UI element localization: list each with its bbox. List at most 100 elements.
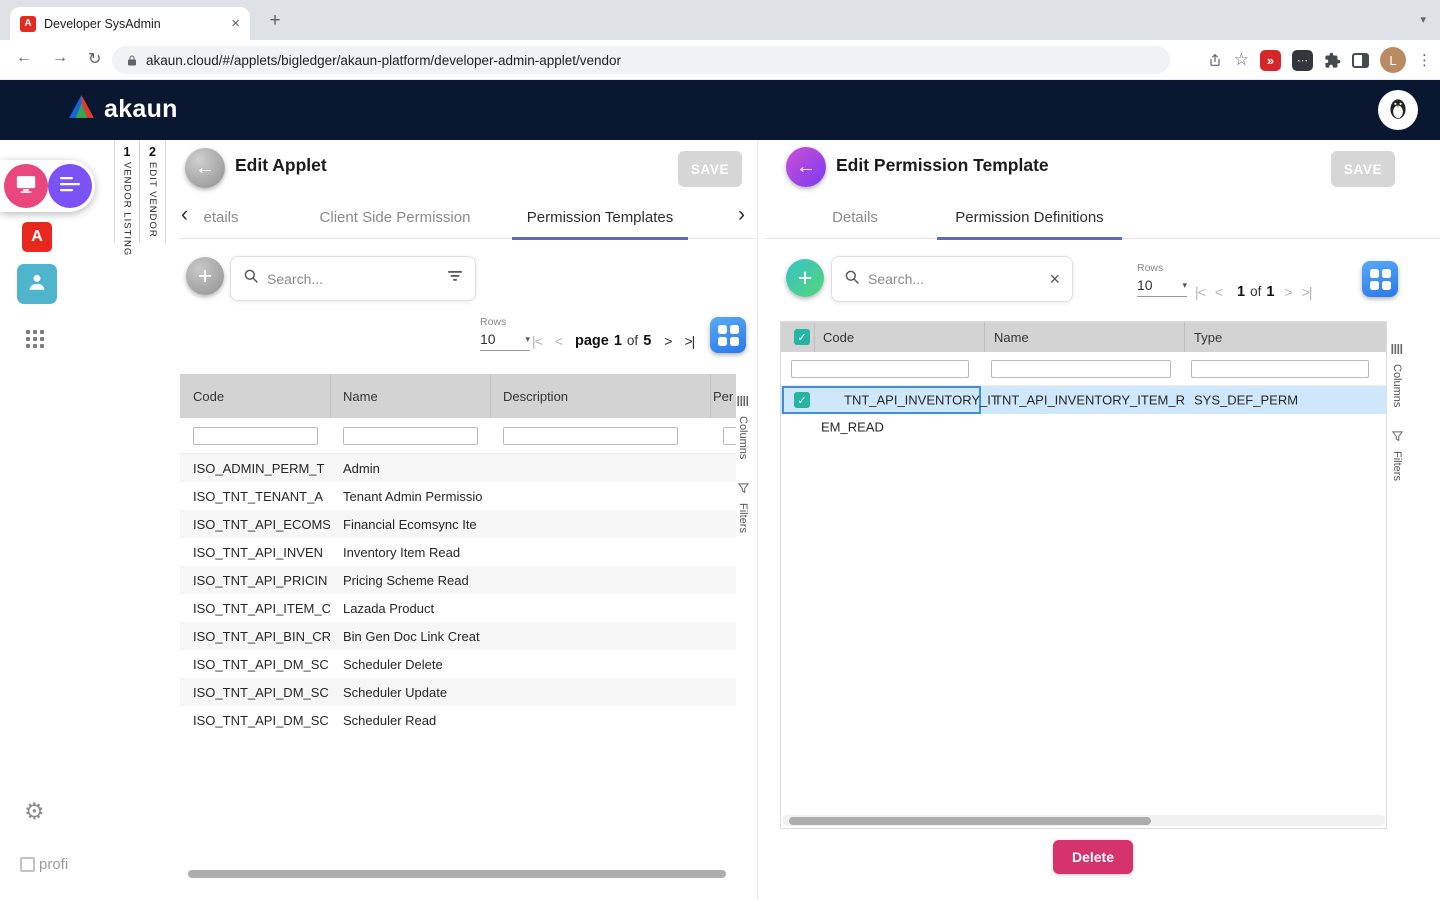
table-row[interactable]: ISO_TNT_API_DM_SCScheduler Update [180,678,736,706]
type-filter-input[interactable] [1191,360,1369,378]
tab-permission-templates[interactable]: Permission Templates [512,196,688,239]
code-filter-input[interactable] [193,427,318,445]
new-tab-button[interactable]: + [262,8,288,34]
extension-red-icon[interactable]: » [1260,50,1281,71]
logo-text: akaun [104,95,178,124]
pagination-prev-icon[interactable]: < [1215,284,1222,300]
url-bar[interactable]: akaun.cloud/#/applets/bigledger/akaun-pl… [112,46,1170,74]
profile-checkbox-row[interactable]: profi [20,856,76,873]
window-chevron-icon[interactable]: ▾ [1420,13,1426,26]
vendor-listing-vertical-tab[interactable]: 1 VENDOR LISTING [114,140,140,243]
tab-details[interactable]: etails [196,196,246,239]
add-permission-definition-button[interactable]: + [786,259,824,297]
sidepanel-icon[interactable] [1352,53,1369,68]
table-row[interactable]: ISO_ADMIN_PERM_TAdmin [180,454,736,482]
monitor-fab-button[interactable] [4,164,48,208]
tab-scroll-left-icon[interactable]: ‹ [181,203,188,227]
pagination-first-icon[interactable]: |< [532,333,542,349]
columns-toggle[interactable]: Columns [737,394,749,459]
table-row[interactable]: ISO_TNT_API_PRICINPricing Scheme Read [180,566,736,594]
extension-dark-icon[interactable]: ⋯ [1292,50,1313,71]
wrapped-code-text: EM_READ [821,420,884,435]
table-row[interactable]: ISO_TNT_API_INVENInventory Item Read [180,538,736,566]
save-button[interactable]: SAVE [1331,151,1395,187]
code-filter-input[interactable] [791,360,969,378]
tab-scroll-right-icon[interactable]: › [738,203,745,227]
column-header-code[interactable]: Code [193,374,224,418]
search-input[interactable] [267,271,439,287]
apps-grid-icon[interactable] [26,330,44,348]
rows-per-page[interactable]: Rows 10 ▾ [480,316,530,351]
table-row[interactable]: ISO_TNT_TENANT_ATenant Admin Permissio [180,482,736,510]
browser-tab[interactable]: A Developer SysAdmin × [10,7,250,40]
add-permission-template-button[interactable]: + [186,257,224,295]
browser-forward-icon[interactable]: → [52,49,68,67]
select-all-checkbox[interactable]: ✓ [794,329,810,345]
pagination-next-icon[interactable]: > [664,333,671,349]
browser-menu-icon[interactable]: ⋮ [1417,51,1432,69]
name-filter-input[interactable] [991,360,1171,378]
browser-back-icon[interactable]: ← [16,49,32,67]
pagination-next-icon[interactable]: > [1284,284,1291,300]
grid-view-button[interactable] [1362,261,1398,297]
row-code: ISO_TNT_API_DM_SC [180,657,330,672]
grid-view-button[interactable] [710,317,746,353]
back-button[interactable]: ← [185,148,225,188]
table-row[interactable]: ISO_TNT_API_BIN_CRBin Gen Doc Link Creat [180,622,736,650]
rows-per-page[interactable]: Rows 10 ▾ [1137,262,1187,297]
table-filter-row [180,418,736,454]
browser-reload-icon[interactable]: ↻ [88,49,101,69]
columns-toggle[interactable]: Columns [1391,342,1403,407]
pagination-last-icon[interactable]: >| [1302,284,1312,300]
acrobat-app-icon[interactable]: A [22,222,52,252]
share-icon[interactable] [1207,52,1223,68]
delete-button[interactable]: Delete [1053,840,1133,874]
horizontal-scrollbar[interactable] [188,870,726,878]
column-header-name[interactable]: Name [994,322,1029,352]
column-header-description[interactable]: Description [503,374,568,418]
bookmark-star-icon[interactable]: ☆ [1234,50,1249,70]
selected-row[interactable]: ✓ TNT_API_INVENTORY_IT TNT_API_INVENTORY… [781,386,1386,414]
menu-fab-button[interactable] [48,164,92,208]
filter-lines-icon[interactable] [447,269,463,288]
pagination-last-icon[interactable]: >| [684,333,694,349]
search-input[interactable] [868,271,1041,287]
app-header: akaun [0,80,1440,140]
back-button[interactable]: ← [786,147,826,187]
column-header-type[interactable]: Type [1194,322,1222,352]
description-filter-input[interactable] [503,427,678,445]
name-filter-input[interactable] [343,427,478,445]
table-row[interactable]: ISO_TNT_API_DM_SCScheduler Delete [180,650,736,678]
clear-search-icon[interactable]: × [1049,269,1060,290]
user-avatar[interactable] [1378,90,1418,130]
tab-client-side-permission[interactable]: Client Side Permission [310,196,480,239]
profile-checkbox[interactable] [20,857,35,872]
table-row[interactable]: ISO_TNT_API_ITEM_CLazada Product [180,594,736,622]
per-filter-input[interactable] [723,427,736,445]
column-header-name[interactable]: Name [343,374,378,418]
row-checkbox[interactable]: ✓ [794,392,810,408]
column-header-code[interactable]: Code [823,322,854,352]
column-header-per[interactable]: Per [713,374,733,418]
save-button[interactable]: SAVE [678,151,742,187]
row-code: ISO_TNT_API_PRICIN [180,573,330,588]
filters-toggle[interactable]: Filters [737,481,749,533]
horizontal-scrollbar[interactable] [789,817,1151,825]
edit-vendor-vertical-tab[interactable]: 2 EDIT VENDOR [140,140,166,243]
filters-toggle[interactable]: Filters [1391,429,1403,481]
tab-permission-definitions[interactable]: Permission Definitions [937,196,1122,239]
rows-label: Rows [1137,262,1187,274]
penguin-icon [1385,95,1411,126]
tab-close-icon[interactable]: × [231,15,240,32]
settings-gear-icon[interactable]: ⚙ [24,798,45,825]
monitor-icon [15,173,37,199]
profile-app-icon[interactable] [17,264,57,304]
tab-details[interactable]: Details [810,196,900,239]
browser-profile-avatar[interactable]: L [1380,47,1406,73]
pagination-prev-icon[interactable]: < [555,333,562,349]
pagination-first-icon[interactable]: |< [1195,284,1205,300]
extensions-puzzle-icon[interactable] [1324,52,1341,69]
row-name: Bin Gen Doc Link Creat [330,629,480,644]
table-row[interactable]: ISO_TNT_API_ECOMSFinancial Ecomsync Ite [180,510,736,538]
table-row[interactable]: ISO_TNT_API_DM_SCScheduler Read [180,706,736,734]
